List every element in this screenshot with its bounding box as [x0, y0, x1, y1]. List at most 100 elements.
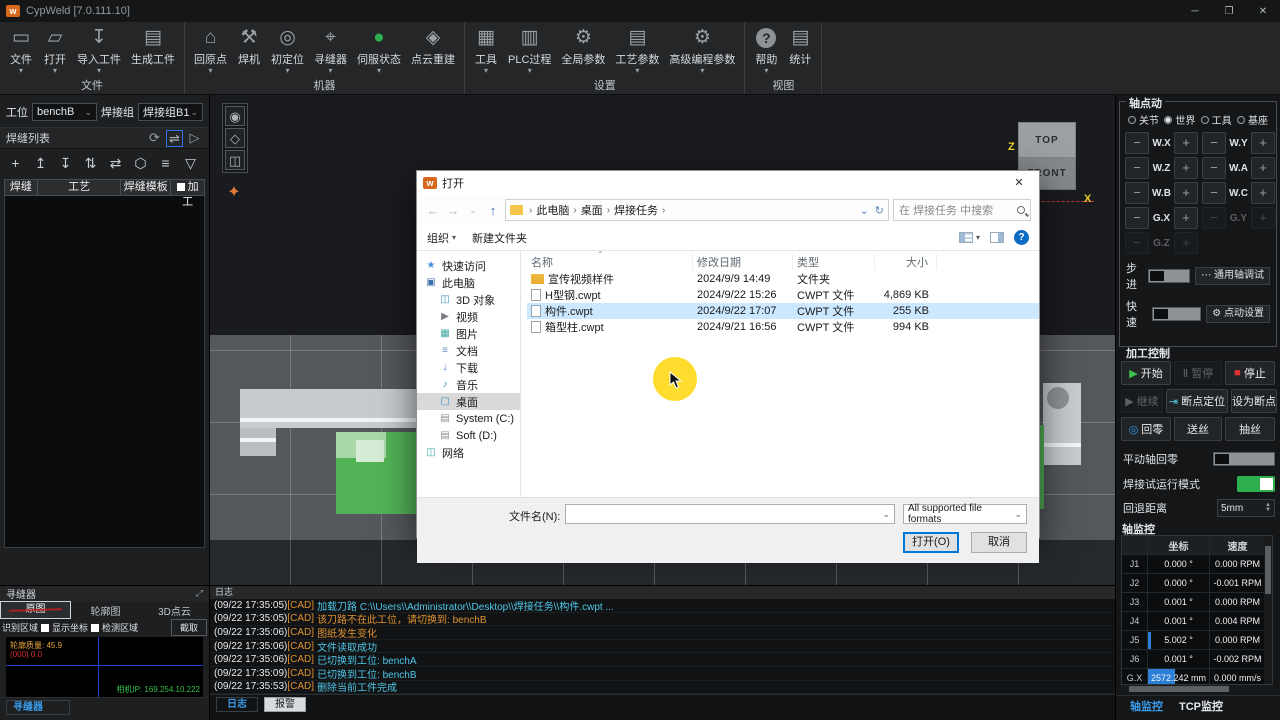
col-name[interactable]: 名称⌃ — [527, 254, 693, 270]
breadcrumb-desktop[interactable]: 桌面 — [581, 202, 603, 218]
generate-workpiece-button[interactable]: ▤生成工件 — [126, 24, 180, 76]
sidebar-item-pictures[interactable]: ▦图片 — [417, 325, 520, 342]
fit-view-icon[interactable]: ◉ — [225, 106, 245, 126]
sidebar-item-soft-d[interactable]: ▤Soft (D:) — [417, 427, 520, 444]
jog-plus-wc[interactable]: + — [1251, 182, 1275, 204]
col-process[interactable]: 工艺 — [38, 179, 122, 196]
tab-alarm[interactable]: 报警 — [264, 697, 306, 712]
filter-icon[interactable]: ▽ — [179, 153, 202, 173]
wire-retract-button[interactable]: 抽丝 — [1225, 417, 1275, 441]
workpiece-step[interactable] — [240, 428, 276, 456]
move-bottom-icon[interactable]: ↧ — [54, 153, 77, 173]
open-confirm-button[interactable]: 打开(O) — [903, 532, 959, 553]
refresh-icon[interactable]: ↻ — [875, 204, 884, 217]
hexagon-settings-icon[interactable]: ⬡ — [129, 153, 152, 173]
jog-minus-gx[interactable]: − — [1125, 207, 1149, 229]
open-button[interactable]: ▱打开▾ — [38, 24, 72, 76]
torch-icon[interactable]: ✦ — [222, 181, 246, 205]
pause-button[interactable]: Ⅱ暂停 — [1174, 361, 1222, 385]
move-top-icon[interactable]: ↥ — [29, 153, 52, 173]
minimize-icon[interactable]: ─ — [1178, 6, 1212, 17]
welder-button[interactable]: ⚒焊机 — [232, 24, 266, 76]
close-icon[interactable]: ✕ — [999, 171, 1039, 195]
col-machining[interactable]: 加工 — [171, 179, 205, 196]
section-view-icon[interactable]: ◫ — [225, 150, 245, 170]
up-icon[interactable]: ↑ — [485, 203, 501, 218]
forward-icon[interactable]: → — [445, 203, 461, 218]
help-icon[interactable]: ? — [1014, 230, 1029, 245]
tab-axis-monitor[interactable]: 轴监控 — [1124, 696, 1169, 716]
refresh-icon[interactable]: ⟳ — [146, 130, 163, 147]
jog-minus-gy[interactable]: − — [1202, 207, 1226, 229]
restore-icon[interactable]: ❐ — [1212, 6, 1246, 17]
sync-icon[interactable]: ⇌ — [166, 130, 183, 147]
renumber-icon[interactable]: ⇄ — [104, 153, 127, 173]
home-button[interactable]: ◎回零 — [1121, 417, 1171, 441]
file-button[interactable]: ▭文件▾ — [4, 24, 38, 76]
col-size[interactable]: 大小 — [875, 254, 937, 270]
organize-button[interactable]: 组织▾ — [427, 230, 456, 246]
play-icon[interactable]: ▷ — [186, 130, 203, 147]
sidebar-item-desktop[interactable]: ▢桌面 — [417, 393, 520, 410]
import-workpiece-button[interactable]: ↧导入工件▾ — [72, 24, 126, 76]
sidebar-item-documents[interactable]: ≡文档 — [417, 342, 520, 359]
table-horizontal-scrollbar[interactable] — [1121, 685, 1273, 693]
close-icon[interactable]: ✕ — [1246, 6, 1280, 17]
tab-log[interactable]: 日志 — [216, 697, 258, 712]
jog-minus-wb[interactable]: − — [1125, 182, 1149, 204]
view-mode-button[interactable]: ▾ — [959, 232, 980, 243]
resume-button[interactable]: ▶继续 — [1121, 389, 1163, 413]
jog-plus-wx[interactable]: + — [1174, 132, 1198, 154]
columns-icon[interactable]: ≡ — [154, 153, 177, 173]
file-type-select[interactable]: All supported file formats⌄ — [903, 504, 1027, 524]
jog-settings-button[interactable]: ⚙ 点动设置 — [1206, 305, 1270, 323]
expand-icon[interactable]: ⤢ — [196, 588, 203, 599]
jog-minus-wy[interactable]: − — [1202, 132, 1226, 154]
stop-button[interactable]: ■停止 — [1225, 361, 1275, 385]
jog-plus-wb[interactable]: + — [1174, 182, 1198, 204]
machining-checkbox[interactable] — [177, 183, 185, 191]
view-cube-top[interactable]: TOP — [1018, 122, 1076, 158]
weld-group-select[interactable]: 焊接组B1⌄ — [138, 103, 203, 121]
statistics-button[interactable]: ▤统计 — [783, 24, 817, 76]
help-button[interactable]: ?帮助▾ — [749, 24, 783, 76]
station-select[interactable]: benchB⌄ — [32, 103, 97, 121]
jog-plus-wy[interactable]: + — [1251, 132, 1275, 154]
workpiece-beam[interactable] — [240, 389, 420, 428]
back-icon[interactable]: ← — [425, 203, 441, 218]
jog-minus-gz[interactable]: − — [1125, 232, 1149, 254]
iso-view-icon[interactable]: ◇ — [225, 128, 245, 148]
step-slider[interactable] — [1148, 269, 1190, 283]
sort-icon[interactable]: ⇅ — [79, 153, 102, 173]
mode-joint[interactable]: 关节 — [1128, 112, 1159, 127]
sidebar-item-system-c[interactable]: ▤System (C:) — [417, 410, 520, 427]
tab-tcp-monitor[interactable]: TCP监控 — [1173, 696, 1229, 716]
preview-pane-icon[interactable] — [990, 232, 1004, 243]
home-origin-button[interactable]: ⌂回原点▾ — [189, 24, 232, 76]
file-row[interactable]: 宣传视频样件 2024/9/9 14:49文件夹 — [527, 271, 1039, 287]
mode-world[interactable]: 世界 — [1164, 112, 1195, 127]
jog-minus-wc[interactable]: − — [1202, 182, 1226, 204]
fast-slider[interactable] — [1152, 307, 1202, 321]
history-chevron-icon[interactable]: ⌄ — [465, 205, 481, 216]
search-input[interactable]: 在 焊接任务 中搜索 — [893, 199, 1031, 221]
show-coords-checkbox[interactable] — [41, 624, 49, 632]
filename-input[interactable]: ⌄ — [565, 504, 895, 524]
process-params-button[interactable]: ▤工艺参数▾ — [610, 24, 664, 76]
seam-finder-button[interactable]: ⌖寻缝器▾ — [309, 24, 352, 76]
jog-plus-gz[interactable]: + — [1174, 232, 1198, 254]
cancel-button[interactable]: 取消 — [971, 532, 1027, 553]
tab-3d-pointcloud[interactable]: 3D点云 — [140, 603, 209, 618]
sidebar-item-3d-objects[interactable]: ◫3D 对象 — [417, 291, 520, 308]
sidebar-item-network[interactable]: ◫网络 — [417, 444, 520, 461]
jog-minus-wz[interactable]: − — [1125, 157, 1149, 179]
breadcrumb-weld-tasks[interactable]: 焊接任务 — [614, 202, 658, 218]
tab-contour[interactable]: 轮廓图 — [71, 603, 140, 618]
jog-minus-wa[interactable]: − — [1202, 157, 1226, 179]
jog-minus-wx[interactable]: − — [1125, 132, 1149, 154]
file-row[interactable]: 箱型柱.cwpt 2024/9/21 16:56CWPT 文件994 KB — [527, 319, 1039, 335]
sidebar-item-videos[interactable]: ▶视频 — [417, 308, 520, 325]
breadcrumb-this-pc[interactable]: 此电脑 — [536, 202, 569, 218]
jog-plus-wa[interactable]: + — [1251, 157, 1275, 179]
sidebar-item-downloads[interactable]: ↓下载 — [417, 359, 520, 376]
